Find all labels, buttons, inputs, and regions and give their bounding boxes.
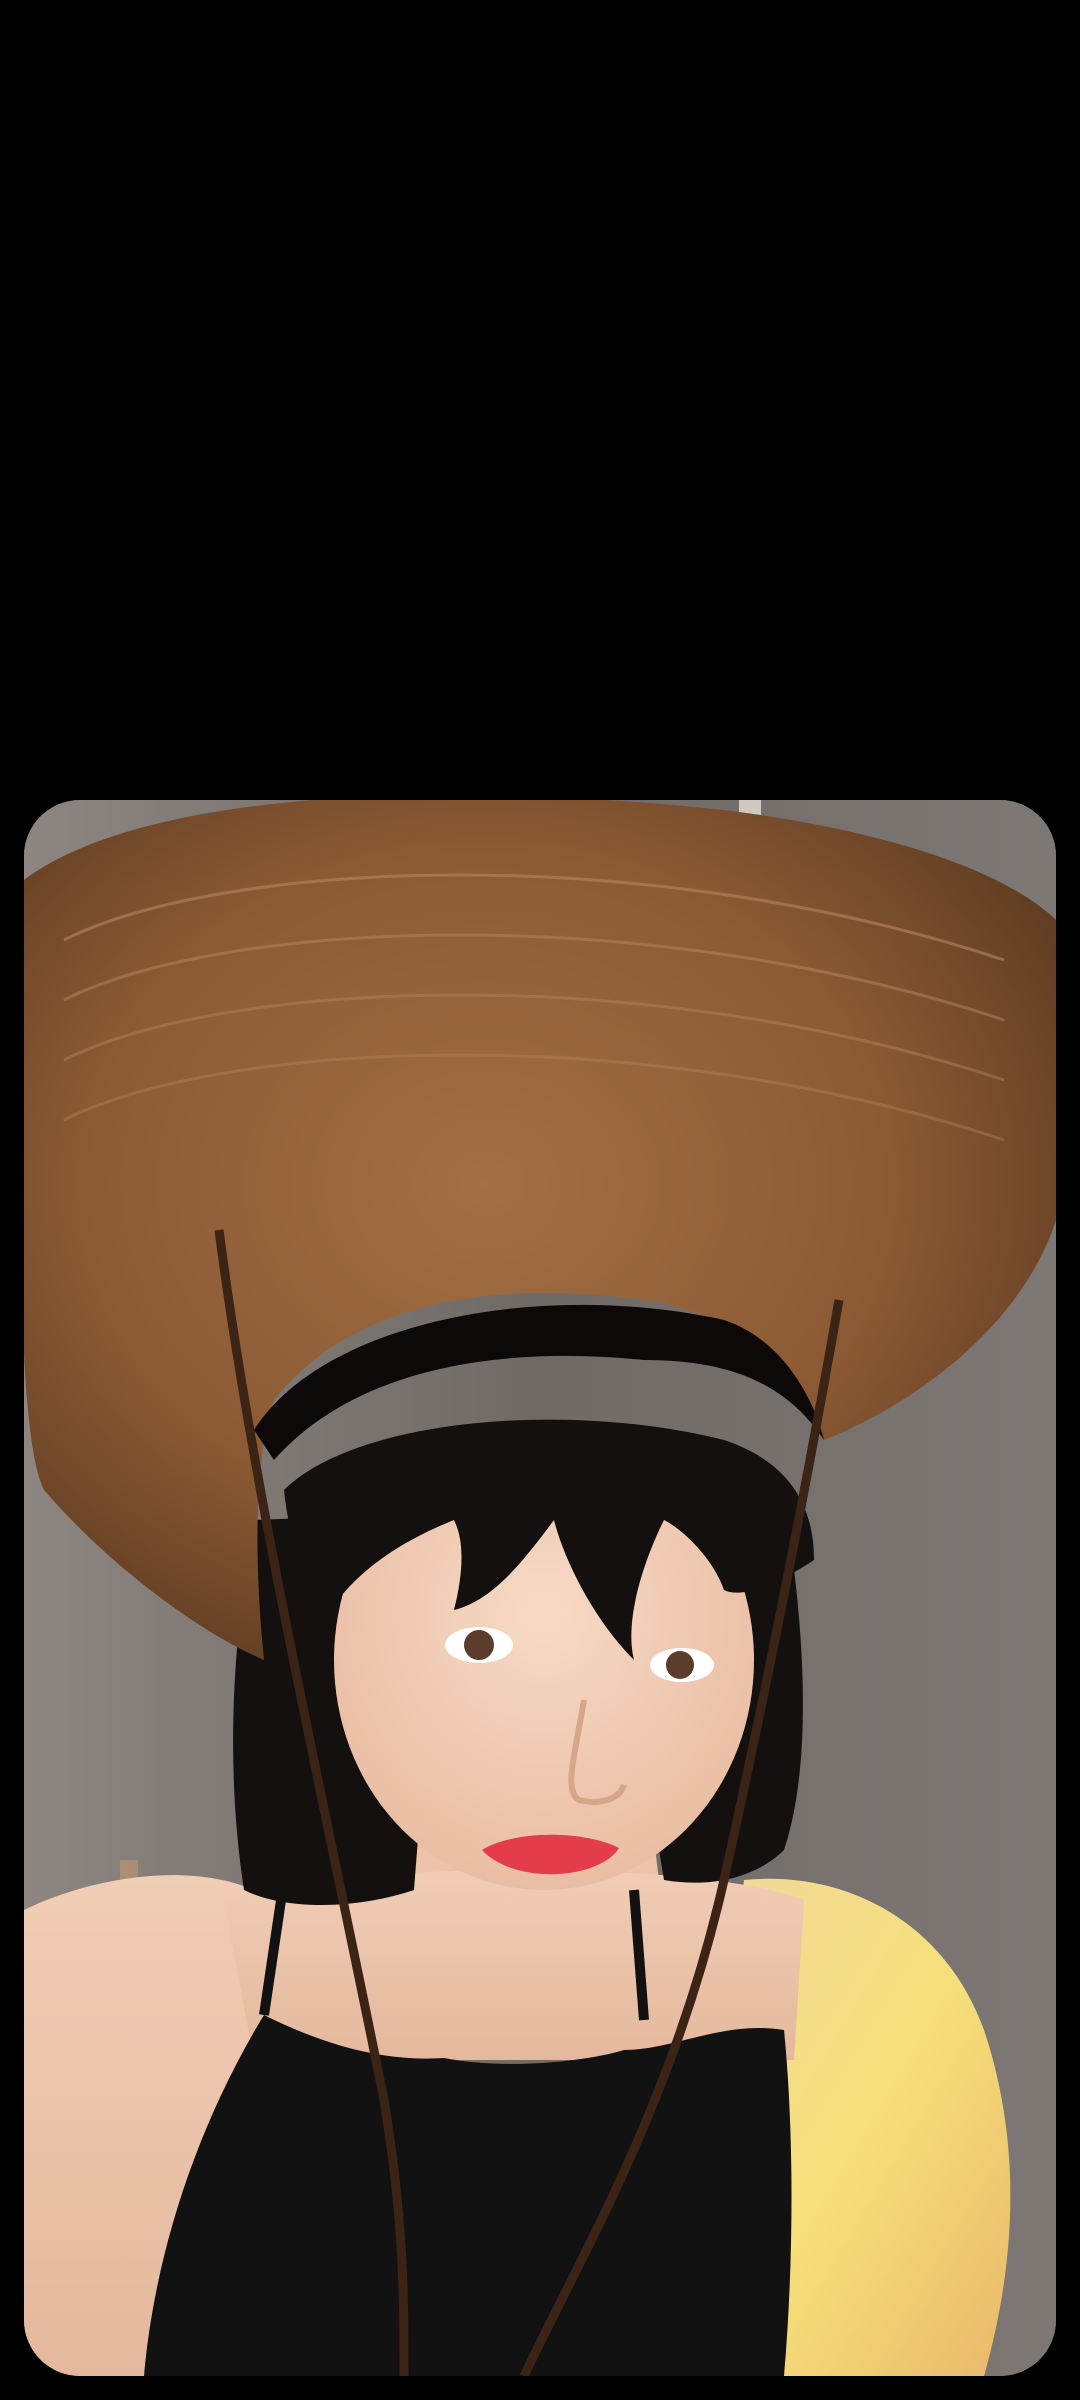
left-iris: [464, 1630, 494, 1660]
black-top: [144, 2015, 792, 2376]
portrait-photo: [24, 800, 1056, 2376]
photo-card[interactable]: [24, 800, 1056, 2376]
right-iris: [666, 1651, 694, 1679]
screen: [0, 0, 1080, 2400]
